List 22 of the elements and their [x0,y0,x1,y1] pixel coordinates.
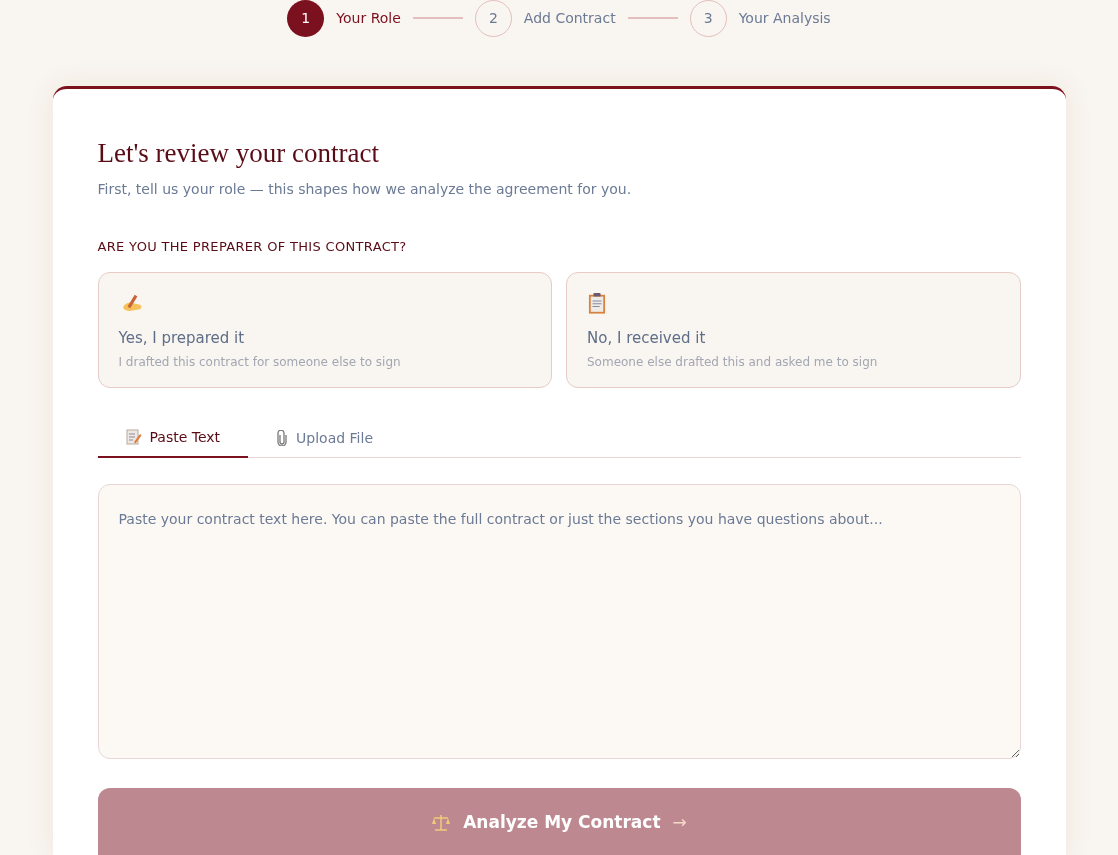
memo-icon [125,429,142,446]
role-title: No, I received it [587,327,707,349]
question-label: ARE YOU THE PREPARER OF THIS CONTRACT? [97,237,408,256]
role-title: Yes, I prepared it [118,327,246,349]
role-option[interactable]: Yes, I prepared it I drafted this contract for someone else to sign [97,272,552,389]
step-label: Your Role [336,8,401,28]
contract-text-field[interactable]: Paste your contract text here. You can paste the full contract or just the sections you have questions about... [97,484,1021,760]
scales-icon [431,814,452,833]
tab[interactable]: Paste Text [97,418,249,459]
analyze-label: Analyze My Contract [463,811,661,835]
tab[interactable]: Upload File [248,418,401,459]
subtitle: First, tell us your role — this shapes how we analyze the agreement for you. [97,179,633,199]
paperclip-icon [276,430,289,447]
clipboard-icon [587,293,607,315]
step-label: Your Analysis [738,8,831,28]
step-label: Add Contract [523,8,616,28]
step-number: 1 [287,0,325,37]
role-option[interactable]: No, I received it Someone else drafted this and asked me to sign [566,272,1021,389]
page-title: Let's review your contract [97,137,380,170]
role-description: I drafted this contract for someone else to sign [118,354,402,372]
role-description: Someone else drafted this and asked me to sign [587,354,879,372]
arrow-glyph: → [672,811,687,835]
